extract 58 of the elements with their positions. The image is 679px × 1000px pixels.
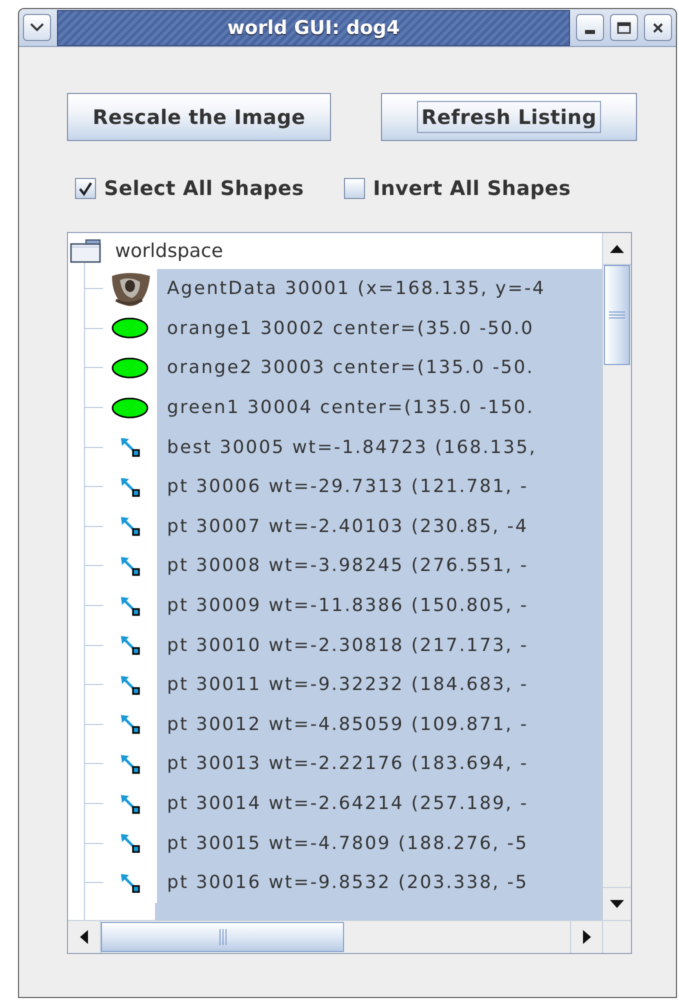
tree-node[interactable]: pt 30012 wt=-4.85059 (109.871, -	[157, 704, 602, 744]
up-arrow-icon	[610, 244, 624, 252]
arrow-icon	[119, 752, 141, 775]
tree-node[interactable]: pt 30010 wt=-2.30818 (217.173, -	[157, 625, 602, 665]
tree-node[interactable]: pt 30014 wt=-2.64214 (257.189, -	[157, 784, 602, 824]
horizontal-scrollbar[interactable]	[68, 920, 602, 953]
tree-node[interactable]: pt 30015 wt=-4.7809 (188.276, -5	[157, 823, 602, 863]
arrow-icon	[119, 436, 141, 458]
checkbox-label[interactable]: Select All Shapes	[104, 176, 304, 200]
arrow-icon	[119, 832, 141, 854]
arrow-icon	[119, 515, 141, 538]
arrow-icon	[119, 792, 141, 815]
action-button[interactable]: Refresh Listing	[381, 93, 637, 141]
arrow-icon	[119, 872, 141, 894]
scroll-thumb[interactable]	[604, 265, 630, 365]
checkbox-label[interactable]: Invert All Shapes	[372, 176, 571, 200]
grip-icon	[218, 929, 226, 945]
tree-node[interactable]: green1 30004 center=(135.0 -150.	[157, 388, 602, 428]
scrollbar-corner	[602, 920, 631, 953]
tree-node[interactable]: pt 30016 wt=-9.8532 (203.338, -5	[157, 862, 602, 902]
vertical-scrollbar[interactable]	[602, 233, 631, 920]
arrow-icon	[119, 713, 141, 736]
tree-node[interactable]: orange2 30003 center=(135.0 -50.	[157, 348, 602, 388]
arrow-icon	[119, 674, 141, 696]
tree-node[interactable]: pt 30009 wt=-11.8386 (150.805, -	[157, 586, 602, 626]
close-icon	[652, 22, 664, 34]
right-arrow-icon	[582, 930, 590, 944]
left-arrow-icon	[80, 930, 88, 944]
arrow-icon	[119, 476, 141, 498]
tree-node[interactable]: best 30005 wt=-1.84723 (168.135,	[157, 427, 602, 467]
ellipse-icon	[111, 317, 149, 340]
grip-icon	[609, 311, 625, 319]
tree-node[interactable]: pt 30011 wt=-9.32232 (184.683, -	[157, 664, 602, 705]
maximize-icon	[617, 22, 631, 34]
ellipse-icon	[111, 396, 149, 419]
checkbox[interactable]	[344, 178, 365, 198]
down-arrow-icon	[610, 900, 624, 908]
action-button[interactable]: Rescale the Image	[67, 93, 331, 141]
window-menu-button[interactable]	[23, 14, 51, 41]
tree-node[interactable]: orange1 30002 center=(35.0 -50.0	[157, 308, 602, 348]
checkbox[interactable]	[75, 178, 96, 198]
minimize-button[interactable]	[576, 14, 604, 41]
arrow-icon	[119, 554, 141, 577]
chevron-down-icon	[30, 23, 44, 32]
tree-node[interactable]: worldspace	[112, 240, 226, 262]
window-title: world GUI: dog4	[57, 10, 570, 46]
tree-node[interactable]: AgentData 30001 (x=168.135, y=-4	[157, 269, 602, 309]
ellipse-icon	[111, 356, 149, 379]
arrow-icon	[119, 634, 141, 656]
scroll-thumb[interactable]	[101, 922, 344, 952]
arrow-icon	[119, 594, 141, 617]
tree-node[interactable]: pt 30006 wt=-29.7313 (121.781, -	[157, 466, 602, 507]
close-button[interactable]	[644, 14, 672, 41]
tree-node[interactable]: pt 30007 wt=-2.40103 (230.85, -4	[157, 506, 602, 546]
minimize-icon	[585, 30, 595, 34]
tree-node[interactable]: pt 30008 wt=-3.98245 (276.551, -	[157, 546, 602, 586]
tree-node[interactable]: pt 30013 wt=-2.22176 (183.694, -	[157, 744, 602, 784]
maximize-button[interactable]	[610, 14, 638, 41]
